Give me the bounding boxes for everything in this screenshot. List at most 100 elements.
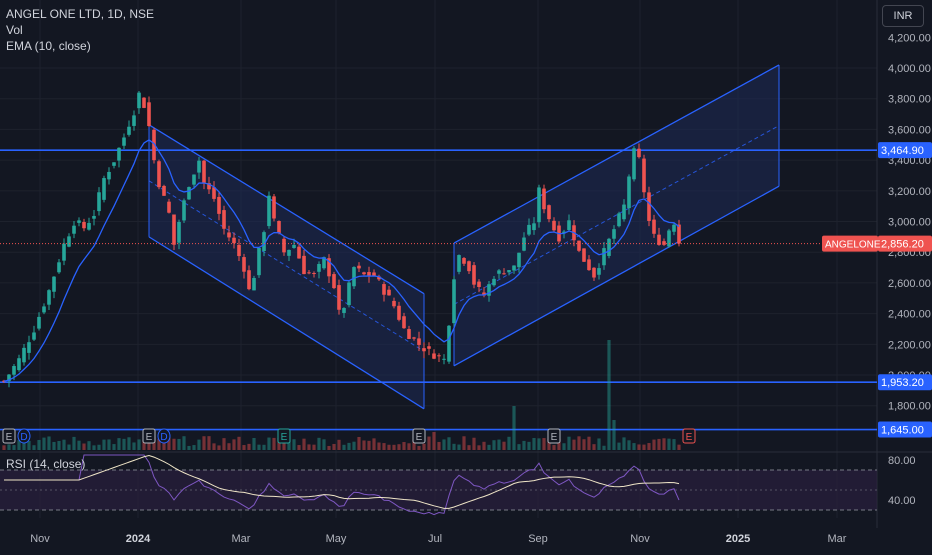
volume-bar (272, 437, 276, 450)
volume-bar (212, 443, 216, 450)
volume-bar (387, 444, 391, 450)
volume-bar (357, 436, 361, 450)
candle-body (117, 147, 121, 161)
candle-body (282, 238, 286, 253)
candle-body (112, 162, 116, 166)
volume-legend[interactable]: Vol (6, 23, 23, 37)
candle-body (357, 265, 361, 269)
price-chart[interactable]: E D E D E E E E4,200.004,000.003,800.003,600.00… (0, 0, 932, 550)
volume-bar (187, 445, 191, 450)
candle-body (507, 270, 511, 273)
candle-body (392, 300, 396, 307)
candle-body (67, 236, 71, 247)
time-tick-label: 2025 (726, 533, 750, 545)
candle-body (552, 220, 556, 231)
candle-body (587, 259, 591, 271)
volume-bar (317, 437, 321, 450)
candle-body (502, 273, 506, 275)
event-markers: EDEDEEEE (2, 428, 696, 444)
candle-body (517, 252, 521, 268)
volume-bar (182, 436, 186, 450)
volume-bar (572, 439, 576, 450)
symbol-title[interactable]: ANGEL ONE LTD, 1D, NSE (6, 7, 154, 21)
chart-stage[interactable]: E D E D E E E E 4,200.00 4,000.00 3,800.00 3,600.00… (0, 0, 932, 550)
candle-body (162, 185, 166, 196)
candle-body (52, 276, 56, 292)
time-tick-label: 2024 (126, 533, 151, 545)
candle-body (287, 249, 291, 256)
candle-body (197, 160, 201, 173)
candle-body (172, 214, 176, 245)
event-marker-letter: D (160, 432, 167, 443)
volume-bar (222, 438, 226, 450)
candle-body (547, 205, 551, 220)
volume-bar (467, 445, 471, 450)
volume-bar (132, 442, 136, 450)
candle-body (432, 353, 436, 359)
candle-body (597, 268, 601, 275)
volume-bar (7, 444, 11, 450)
price-tick-label: 2,200.00 (888, 339, 931, 351)
price-tick-label: 1,800.00 (888, 401, 931, 413)
candle-body (627, 176, 631, 209)
volume-bar (442, 439, 446, 450)
price-label: 2,856.20 (881, 239, 924, 251)
volume-bar (127, 437, 131, 450)
volume-bar (237, 436, 241, 450)
volume-bar (307, 444, 311, 450)
candle-body (397, 305, 401, 320)
candle-body (42, 306, 46, 313)
candle-body (567, 220, 571, 230)
volume-bar (67, 444, 71, 450)
candle-body (602, 248, 606, 266)
candle-body (107, 171, 111, 180)
channel-median-descending (148, 180, 425, 352)
volume-bar (52, 441, 56, 450)
candle-body (92, 215, 96, 219)
volume-bar (87, 441, 91, 450)
volume-bar (537, 438, 541, 450)
volume-bar (592, 444, 596, 450)
volume-bar (427, 436, 431, 450)
volume-bar (627, 440, 631, 450)
candle-body (297, 246, 301, 259)
price-label: 1,953.20 (881, 377, 924, 389)
volume-bar (342, 444, 346, 450)
volume-bar (217, 445, 221, 450)
volume-bar (497, 439, 501, 450)
volume-bar (402, 442, 406, 450)
volume-bar (332, 443, 336, 450)
time-tick-label: Mar (232, 533, 251, 545)
event-marker-letter: E (281, 432, 288, 443)
volume-bar (77, 440, 81, 450)
candle-body (372, 272, 376, 276)
volume-bar (407, 443, 411, 450)
volume-bar (172, 438, 176, 450)
candle-body (352, 267, 356, 287)
volume-bar (617, 442, 621, 450)
volume-bar (647, 443, 651, 450)
candle-body (632, 148, 636, 180)
volume-bar (227, 443, 231, 450)
volume-bar (82, 443, 86, 450)
channels (148, 64, 780, 410)
ema-legend[interactable]: EMA (10, close) (6, 39, 91, 53)
candle-body (202, 160, 206, 183)
volume-bar (312, 444, 316, 450)
volume-bar (352, 441, 356, 450)
volume-bar (72, 436, 76, 450)
candle-body (427, 346, 431, 349)
candle-body (652, 219, 656, 234)
volume-bar (372, 438, 376, 450)
rsi-legend[interactable]: RSI (14, close) (6, 457, 85, 471)
volume-bar (177, 438, 181, 450)
time-tick-label: Jul (428, 533, 442, 545)
volume-bar (382, 443, 386, 450)
event-marker-letter: D (20, 432, 27, 443)
price-tick-label: 2,600.00 (888, 278, 931, 290)
candle-body (17, 358, 21, 371)
event-marker-letter: E (6, 432, 13, 443)
candle-body (362, 272, 366, 275)
currency-button[interactable]: INR (882, 5, 924, 27)
volume-bar (327, 445, 331, 450)
